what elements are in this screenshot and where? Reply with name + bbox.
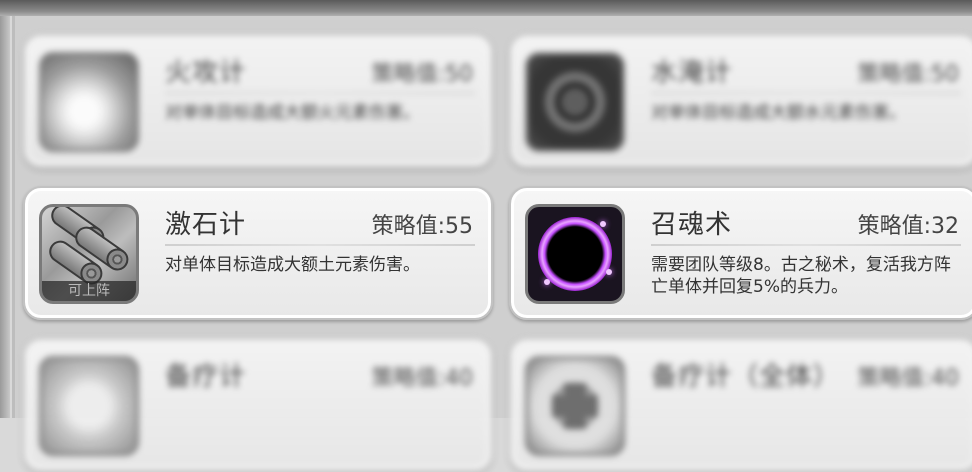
log-end [102, 244, 133, 275]
skill-card-soul[interactable]: 召魂术 策略值:32 需要团队等级8。古之秘术，复活我方阵亡单体并回复5%的兵力… [509, 186, 972, 320]
skill-list-panel[interactable]: 火攻计 策略值:50 对单体目标造成大额火元素伤害。 水淹计 策略值:50 对单… [12, 16, 972, 472]
skill-cost: 策略值:40 [371, 366, 473, 391]
skill-name: 召魂术 [651, 210, 733, 240]
skill-description: 对单体目标造成大额水元素伤害。 [651, 103, 906, 123]
fire-icon [39, 52, 139, 152]
skill-card-fire[interactable]: 火攻计 策略值:50 对单体目标造成大额火元素伤害。 [23, 34, 493, 168]
skill-card-water[interactable]: 水淹计 策略值:50 对单体目标造成大额水元素伤害。 [509, 34, 972, 168]
skill-name: 备疗计 [165, 362, 247, 392]
divider [165, 92, 475, 94]
divider [651, 244, 961, 246]
left-frame-strip [0, 16, 10, 418]
skill-cost: 策略值:55 [371, 214, 473, 239]
divider [651, 92, 961, 94]
skill-name: 激石计 [165, 210, 247, 240]
spark [544, 279, 550, 285]
skill-cost: 策略值:32 [857, 214, 959, 239]
rolling-logs-icon: 可上阵 [39, 204, 139, 304]
skill-name: 火攻计 [165, 58, 247, 88]
skill-name: 备疗计（全体） [651, 362, 841, 392]
skill-card-heal-all[interactable]: 备疗计（全体） 策略值:40 [509, 338, 972, 472]
skill-cost: 策略值:40 [857, 366, 959, 391]
plus-bar [552, 395, 598, 417]
skill-description: 对单体目标造成大额火元素伤害。 [165, 103, 420, 123]
divider [165, 244, 475, 246]
skill-name: 水淹计 [651, 58, 733, 88]
spark [600, 221, 606, 227]
heal-icon [39, 356, 139, 456]
skill-cost: 策略值:50 [857, 62, 959, 87]
water-swirl-icon [525, 52, 625, 152]
heal-all-icon [525, 356, 625, 456]
icon-caption: 可上阵 [42, 281, 136, 301]
skill-card-stone[interactable]: 可上阵 激石计 策略值:55 对单体目标造成大额土元素伤害。 [23, 186, 493, 320]
skill-description: 对单体目标造成大额土元素伤害。 [165, 255, 420, 275]
skill-card-heal[interactable]: 备疗计 策略值:40 [23, 338, 493, 472]
top-frame-bar [0, 0, 972, 16]
skill-description: 需要团队等级8。古之秘术，复活我方阵亡单体并回复5%的兵力。 [651, 255, 951, 297]
skill-cost: 策略值:50 [371, 62, 473, 87]
spark [606, 269, 612, 275]
soul-portal-icon [525, 204, 625, 304]
